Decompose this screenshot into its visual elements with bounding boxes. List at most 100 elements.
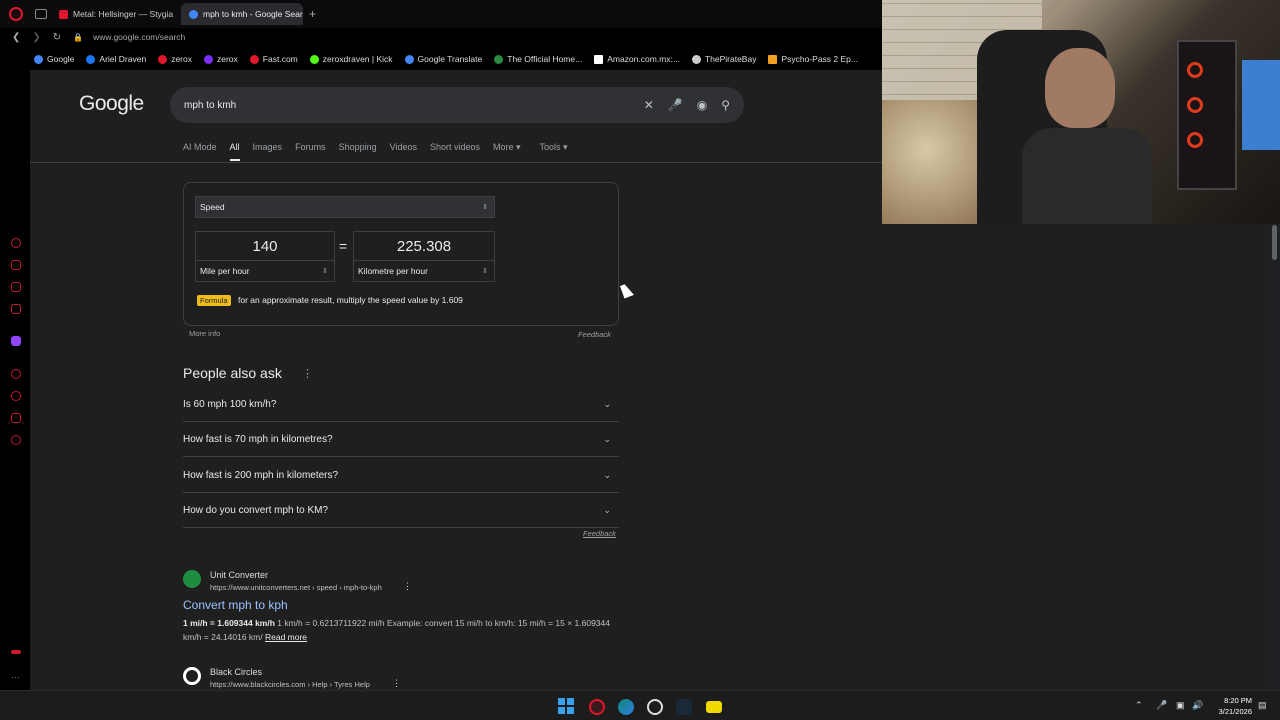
bookmark[interactable]: Google Translate bbox=[404, 54, 482, 64]
steam-icon[interactable] bbox=[676, 699, 692, 715]
bookmark[interactable]: ThePirateBay bbox=[691, 54, 756, 64]
webcam-fan bbox=[1187, 62, 1203, 78]
webcam-monitor bbox=[1242, 60, 1280, 150]
tab-tools[interactable]: Tools ▾ bbox=[540, 142, 568, 153]
messenger-icon[interactable] bbox=[11, 304, 21, 314]
search-icon[interactable]: ⚲ bbox=[721, 98, 730, 112]
chevron-down-icon: ⌄ bbox=[603, 504, 611, 515]
read-more-link[interactable]: Read more bbox=[265, 632, 307, 642]
paa-question[interactable]: Is 60 mph 100 km/h? ⌄ bbox=[183, 387, 619, 422]
tab-videos[interactable]: Videos bbox=[390, 142, 417, 153]
windows-start-icon[interactable] bbox=[558, 698, 574, 714]
bookmark-label: zerox bbox=[171, 54, 192, 64]
site-favicon-icon bbox=[183, 667, 201, 685]
unit-type-select[interactable]: Speed ⇕ bbox=[195, 196, 495, 218]
bookmark[interactable]: zerox bbox=[158, 54, 192, 64]
player-icon[interactable] bbox=[11, 369, 21, 379]
clear-icon[interactable]: ✕ bbox=[644, 98, 654, 112]
result-url[interactable]: https://www.unitconverters.net › speed ›… bbox=[210, 583, 382, 592]
reload-icon[interactable]: ↻ bbox=[53, 32, 61, 43]
app-m-icon[interactable] bbox=[706, 701, 722, 713]
search-box[interactable]: mph to kmh ✕ 🎤 ◉ ⚲ bbox=[170, 87, 744, 123]
network-tray-icon[interactable]: ▣ bbox=[1176, 700, 1185, 711]
forward-icon[interactable]: ❯ bbox=[32, 32, 40, 43]
search-input[interactable]: mph to kmh bbox=[184, 100, 644, 111]
paa-question[interactable]: How fast is 200 mph in kilometers? ⌄ bbox=[183, 458, 619, 493]
people-also-ask-title: People also ask bbox=[183, 365, 282, 381]
webcam-person-body bbox=[1022, 128, 1152, 224]
aria-icon[interactable] bbox=[11, 238, 21, 248]
more-options-icon[interactable]: ⋮ bbox=[302, 367, 313, 380]
bookmark[interactable]: zeroxdraven | Kick bbox=[309, 54, 393, 64]
tab-forums[interactable]: Forums bbox=[295, 142, 326, 153]
new-tab-button[interactable]: + bbox=[309, 7, 316, 21]
result-site-name[interactable]: Unit Converter bbox=[210, 570, 268, 580]
from-value-input[interactable]: 140 bbox=[195, 231, 335, 261]
lens-icon[interactable]: ◉ bbox=[697, 98, 707, 112]
webcam-blanket bbox=[882, 100, 992, 224]
bookmark[interactable]: Amazon.com.mx:... bbox=[594, 54, 680, 64]
opera-logo-icon[interactable] bbox=[9, 7, 23, 21]
converter-feedback-link[interactable]: Feedback bbox=[578, 330, 611, 339]
tab-shopping[interactable]: Shopping bbox=[339, 142, 377, 153]
bot-icon[interactable] bbox=[11, 260, 21, 270]
bookmarks-icon[interactable] bbox=[11, 413, 21, 423]
from-unit-select[interactable]: Mile per hour ⇕ bbox=[195, 260, 335, 282]
bookmark-label: Google bbox=[47, 54, 75, 64]
history-icon[interactable] bbox=[11, 391, 21, 401]
bookmark-favicon-icon bbox=[309, 54, 319, 64]
to-unit-select[interactable]: Kilometre per hour ⇕ bbox=[353, 260, 495, 282]
bookmark[interactable]: Fast.com bbox=[249, 54, 298, 64]
url-field[interactable]: www.google.com/search bbox=[93, 32, 185, 42]
settings-icon[interactable] bbox=[11, 435, 21, 445]
microphone-icon[interactable]: 🎤 bbox=[668, 98, 683, 112]
result-url[interactable]: https://www.blackcircles.com › Help › Ty… bbox=[210, 680, 370, 689]
volume-tray-icon[interactable]: 🔊 bbox=[1192, 700, 1203, 711]
result-title-link[interactable]: Convert mph to kph bbox=[183, 598, 288, 612]
tray-chevron-icon[interactable]: ⌃ bbox=[1135, 700, 1143, 711]
bookmark[interactable]: zerox bbox=[204, 54, 238, 64]
taskbar-clock[interactable]: 8:20 PM 3/21/2026 bbox=[1212, 695, 1252, 717]
back-icon[interactable]: ❮ bbox=[12, 32, 20, 43]
result-menu-icon[interactable]: ⋮ bbox=[403, 581, 412, 592]
result-menu-icon[interactable]: ⋮ bbox=[392, 678, 401, 689]
tab-images[interactable]: Images bbox=[253, 142, 283, 153]
more-icon[interactable]: ··· bbox=[11, 673, 21, 684]
bookmark-label: Psycho-Pass 2 Ep... bbox=[781, 54, 858, 64]
bookmark-favicon-icon bbox=[34, 54, 43, 64]
webcam-pc-case bbox=[1177, 40, 1237, 190]
result-site-name[interactable]: Black Circles bbox=[210, 667, 262, 677]
chrome-icon[interactable] bbox=[647, 699, 663, 715]
paa-question[interactable]: How fast is 70 mph in kilometres? ⌄ bbox=[183, 422, 619, 457]
bookmark[interactable]: Psycho-Pass 2 Ep... bbox=[768, 54, 858, 64]
equals-sign: = bbox=[339, 238, 348, 254]
paa-feedback-link[interactable]: Feedback bbox=[583, 529, 616, 538]
google-logo[interactable]: Google bbox=[79, 92, 144, 116]
chat-icon[interactable] bbox=[11, 282, 21, 292]
twitch-icon[interactable] bbox=[11, 336, 21, 346]
browser-tab[interactable]: Metal: Hellsinger — Stygia bbox=[51, 3, 177, 25]
tab-short-videos[interactable]: Short videos bbox=[430, 142, 480, 153]
tab-ai-mode[interactable]: AI Mode bbox=[183, 142, 217, 153]
lock-icon: 🔒 bbox=[73, 32, 84, 42]
bookmark[interactable]: The Official Home... bbox=[494, 54, 582, 64]
gx-icon[interactable] bbox=[11, 650, 21, 654]
browser-tab-active[interactable]: mph to kmh - Google Sear bbox=[181, 3, 303, 25]
opera-gx-icon[interactable] bbox=[589, 699, 605, 715]
scrollbar-thumb[interactable] bbox=[1272, 225, 1277, 260]
windows-taskbar: ⌃ 🎤 ▣ 🔊 8:20 PM 3/21/2026 ▤ bbox=[0, 690, 1280, 720]
tab-menu-icon[interactable] bbox=[35, 9, 47, 19]
to-value-input[interactable]: 225.308 bbox=[353, 231, 495, 261]
microphone-tray-icon[interactable]: 🎤 bbox=[1156, 700, 1167, 711]
more-info-link[interactable]: More info bbox=[189, 329, 220, 338]
bookmark[interactable]: Ariel Draven bbox=[86, 54, 146, 64]
paa-question[interactable]: How do you convert mph to KM? ⌄ bbox=[183, 493, 619, 528]
tab-all[interactable]: All bbox=[229, 142, 240, 161]
tab-more[interactable]: More ▾ bbox=[493, 142, 521, 153]
edge-icon[interactable] bbox=[618, 699, 634, 715]
bookmark[interactable]: Google bbox=[34, 54, 74, 64]
bookmark-label: The Official Home... bbox=[507, 54, 583, 64]
paa-question-text: Is 60 mph 100 km/h? bbox=[183, 398, 277, 410]
notifications-icon[interactable]: ▤ bbox=[1258, 700, 1267, 711]
site-favicon-icon bbox=[183, 570, 201, 588]
